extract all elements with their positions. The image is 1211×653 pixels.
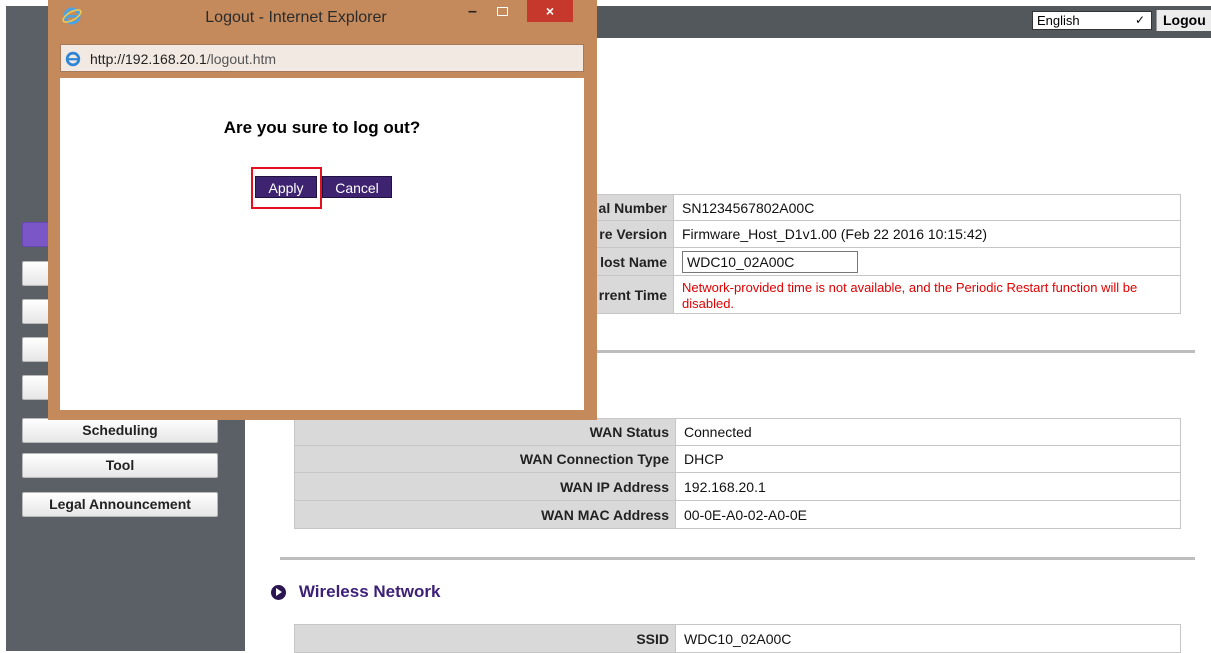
chevron-down-icon[interactable]: ✓: [1128, 11, 1152, 30]
sidebar-item-scheduling[interactable]: Scheduling: [22, 418, 218, 443]
table-row: WAN MAC Address 00-0E-A0-02-A0-0E: [294, 500, 1181, 529]
logout-button[interactable]: Logou: [1156, 10, 1211, 31]
row-value: SN1234567802A00C: [673, 194, 1181, 221]
section-divider: [280, 557, 1195, 560]
table-row: rrent Time Network-provided time is not …: [542, 275, 1181, 314]
sidebar-item-legal-announcement[interactable]: Legal Announcement: [22, 492, 218, 517]
row-value: Firmware_Host_D1v1.00 (Feb 22 2016 10:15…: [673, 220, 1181, 248]
sidebar-item-label: Tool: [105, 457, 135, 473]
sidebar-item-label: Legal Announcement: [49, 496, 191, 512]
table-row: SSID WDC10_02A00C: [294, 624, 1181, 653]
row-label: WAN Status: [294, 418, 676, 446]
table-row: WAN IP Address 192.168.20.1: [294, 472, 1181, 501]
row-label: WAN MAC Address: [294, 500, 676, 529]
row-value: 192.168.20.1: [675, 472, 1181, 501]
table-row: WAN Connection Type DHCP: [294, 445, 1181, 473]
row-value: DHCP: [675, 445, 1181, 473]
row-label: WAN Connection Type: [294, 445, 676, 473]
host-name-input[interactable]: WDC10_02A00C: [682, 250, 858, 273]
url-host: http://192.168.20.1: [90, 51, 207, 67]
row-value: WDC10_02A00C: [675, 624, 1181, 653]
system-info-table: al Number SN1234567802A00C re Version Fi…: [542, 194, 1181, 314]
address-url: http://192.168.20.1/logout.htm: [90, 51, 276, 67]
play-bullet-icon: [271, 584, 286, 600]
window-title: Logout - Internet Explorer: [205, 9, 387, 26]
close-icon[interactable]: ×: [527, 0, 573, 22]
sidebar-item-tool[interactable]: Tool: [22, 453, 218, 478]
time-warning-text: Network-provided time is not available, …: [682, 279, 1138, 311]
wireless-section-header: Wireless Network: [271, 582, 440, 602]
section-title: Wireless Network: [298, 582, 441, 601]
row-value: Connected: [675, 418, 1181, 446]
row-value: 00-0E-A0-02-A0-0E: [675, 500, 1181, 529]
internet-explorer-icon: [62, 7, 82, 25]
wireless-info-table: SSID WDC10_02A00C: [294, 624, 1181, 653]
table-row: WAN Status Connected: [294, 418, 1181, 446]
language-select-value: English: [1037, 13, 1080, 28]
table-row: re Version Firmware_Host_D1v1.00 (Feb 22…: [542, 220, 1181, 248]
sidebar-item-label: Scheduling: [82, 422, 158, 438]
wan-info-table: WAN Status Connected WAN Connection Type…: [294, 418, 1181, 529]
minimize-icon[interactable]: –: [468, 4, 484, 22]
highlight-box: [251, 167, 322, 209]
internet-explorer-icon: [65, 51, 81, 67]
table-row: lost Name WDC10_02A00C: [542, 247, 1181, 276]
cancel-button[interactable]: Cancel: [322, 176, 392, 198]
url-path: /logout.htm: [206, 51, 277, 67]
row-label: WAN IP Address: [294, 472, 676, 501]
row-label: SSID: [294, 624, 676, 653]
table-row: al Number SN1234567802A00C: [542, 194, 1181, 221]
maximize-icon[interactable]: [495, 4, 511, 20]
logout-question: Are you sure to log out?: [223, 118, 421, 137]
